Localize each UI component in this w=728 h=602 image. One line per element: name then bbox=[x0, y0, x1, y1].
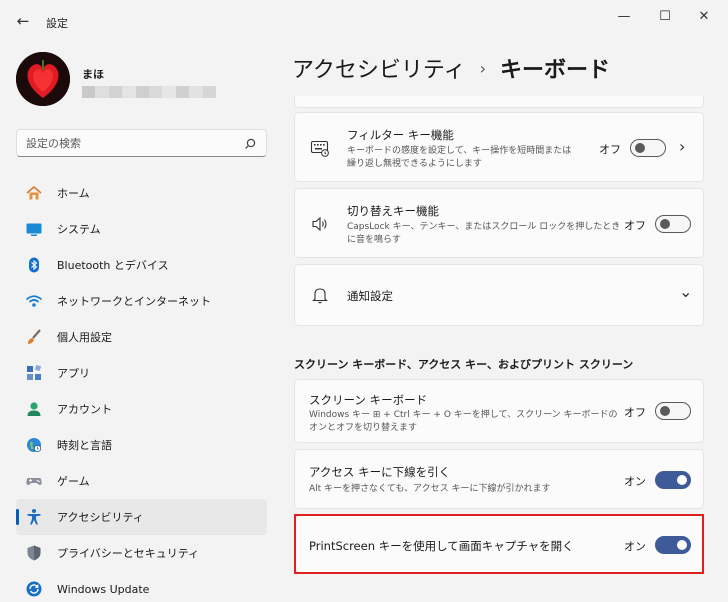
filter-keys-icon bbox=[309, 137, 331, 159]
user-name: まほ bbox=[82, 68, 104, 81]
access-keys-desc: Alt キーを押さなくても、アクセス キーに下線が引かれます bbox=[309, 484, 551, 494]
bluetooth-icon bbox=[25, 256, 43, 274]
print-screen-toggle[interactable] bbox=[655, 536, 691, 554]
apps-icon bbox=[25, 364, 43, 382]
print-screen-card[interactable]: PrintScreen キーを使用して画面キャプチャを開く オン bbox=[294, 515, 704, 573]
bell-icon bbox=[309, 284, 331, 306]
sidebar-item-label: Bluetooth とデバイス bbox=[57, 259, 169, 272]
sidebar-item-label: アプリ bbox=[57, 367, 90, 380]
onscreen-keyboard-desc-line2: オンとオフを切り替えます bbox=[309, 423, 418, 433]
windows-update-icon bbox=[25, 580, 43, 598]
filter-keys-card[interactable]: フィルター キー機能 キーボードの感度を設定して、キー操作を短時間または 繰り返… bbox=[294, 112, 704, 182]
account-icon bbox=[25, 400, 43, 418]
access-keys-state: オン bbox=[624, 475, 646, 488]
search-box[interactable] bbox=[16, 129, 267, 157]
section-header: スクリーン キーボード、アクセス キー、およびプリント スクリーン bbox=[294, 358, 634, 371]
onscreen-keyboard-title: スクリーン キーボード bbox=[309, 393, 428, 407]
filter-keys-desc-line1: キーボードの感度を設定して、キー操作を短時間または bbox=[347, 146, 572, 156]
sidebar-item-home[interactable]: ホーム bbox=[16, 175, 267, 211]
home-icon bbox=[25, 184, 43, 202]
print-screen-state: オン bbox=[624, 540, 646, 553]
chevron-down-icon[interactable]: ⌄ bbox=[679, 282, 692, 301]
breadcrumb-separator: › bbox=[479, 58, 486, 78]
sidebar-item-personalization[interactable]: 個人用設定 bbox=[16, 319, 267, 355]
onscreen-keyboard-card[interactable]: スクリーン キーボード Windows キー ⊞ + Ctrl キー + O キ… bbox=[294, 379, 704, 443]
sidebar-item-apps[interactable]: アプリ bbox=[16, 355, 267, 391]
toggle-keys-desc-line1: CapsLock キー、テンキー、またはスクロール ロックを押したとき bbox=[347, 222, 621, 232]
sidebar-item-time-language[interactable]: 時刻と言語 bbox=[16, 427, 267, 463]
sidebar-item-label: アカウント bbox=[57, 403, 112, 416]
sidebar-item-label: ネットワークとインターネット bbox=[57, 295, 211, 308]
sidebar-item-privacy[interactable]: プライバシーとセキュリティ bbox=[16, 535, 267, 571]
sidebar-item-label: ゲーム bbox=[57, 475, 90, 488]
access-keys-card[interactable]: アクセス キーに下線を引く Alt キーを押さなくても、アクセス キーに下線が引… bbox=[294, 449, 704, 509]
access-keys-toggle[interactable] bbox=[655, 471, 691, 489]
gaming-icon bbox=[25, 472, 43, 490]
toggle-keys-toggle[interactable] bbox=[655, 215, 691, 233]
sidebar-item-label: プライバシーとセキュリティ bbox=[57, 547, 200, 560]
chevron-right-icon[interactable]: › bbox=[679, 137, 685, 156]
personalization-icon bbox=[25, 328, 43, 346]
print-screen-title: PrintScreen キーを使用して画面キャプチャを開く bbox=[309, 539, 574, 553]
user-email-redacted bbox=[82, 86, 217, 98]
sidebar-item-windows-update[interactable]: Windows Update bbox=[16, 571, 267, 602]
sidebar-item-label: システム bbox=[57, 223, 101, 236]
onscreen-keyboard-state: オフ bbox=[624, 406, 646, 419]
sidebar-nav: ホーム システム Bluetooth とデバイス ネットワークとインターネット … bbox=[16, 175, 267, 602]
onscreen-keyboard-desc-line1: Windows キー ⊞ + Ctrl キー + O キーを押して、スクリーン … bbox=[309, 410, 618, 420]
onscreen-keyboard-toggle[interactable] bbox=[655, 402, 691, 420]
notifications-card[interactable]: 通知設定 ⌄ bbox=[294, 264, 704, 326]
access-keys-title: アクセス キーに下線を引く bbox=[309, 465, 451, 479]
filter-keys-title: フィルター キー機能 bbox=[347, 128, 454, 142]
sidebar-item-label: Windows Update bbox=[57, 582, 150, 596]
filter-keys-toggle[interactable] bbox=[630, 139, 666, 157]
privacy-icon bbox=[25, 544, 43, 562]
sidebar-item-network[interactable]: ネットワークとインターネット bbox=[16, 283, 267, 319]
search-icon[interactable] bbox=[243, 136, 257, 150]
sidebar-item-label: ホーム bbox=[57, 187, 90, 200]
selection-indicator bbox=[16, 509, 19, 525]
sidebar-item-system[interactable]: システム bbox=[16, 211, 267, 247]
previous-card bbox=[294, 96, 704, 108]
accessibility-icon bbox=[25, 508, 43, 526]
sidebar-item-accounts[interactable]: アカウント bbox=[16, 391, 267, 427]
sidebar-item-label: アクセシビリティ bbox=[57, 511, 144, 524]
minimize-button[interactable]: — bbox=[612, 8, 636, 26]
filter-keys-desc-line2: 繰り返し無視できるようにします bbox=[347, 159, 482, 169]
toggle-keys-state: オフ bbox=[624, 219, 646, 232]
toggle-keys-desc-line2: に音を鳴らす bbox=[347, 235, 401, 245]
maximize-button[interactable]: ☐ bbox=[653, 8, 677, 26]
search-input[interactable] bbox=[26, 130, 236, 156]
settings-content: フィルター キー機能 キーボードの感度を設定して、キー操作を短時間または 繰り返… bbox=[294, 96, 704, 602]
sidebar-item-label: 時刻と言語 bbox=[57, 439, 112, 452]
system-icon bbox=[25, 220, 43, 238]
sidebar-item-bluetooth[interactable]: Bluetooth とデバイス bbox=[16, 247, 267, 283]
speaker-icon bbox=[309, 213, 331, 235]
page-title: キーボード bbox=[500, 58, 611, 83]
breadcrumb: アクセシビリティ › キーボード bbox=[292, 52, 610, 84]
network-icon bbox=[25, 292, 43, 310]
notifications-title: 通知設定 bbox=[347, 289, 393, 303]
breadcrumb-parent[interactable]: アクセシビリティ bbox=[292, 52, 466, 84]
avatar[interactable] bbox=[16, 52, 70, 106]
filter-keys-state: オフ bbox=[599, 143, 621, 156]
sidebar-item-accessibility[interactable]: アクセシビリティ bbox=[16, 499, 267, 535]
close-button[interactable]: ✕ bbox=[692, 8, 716, 26]
window-title: 設定 bbox=[46, 17, 68, 30]
title-bar: ← 設定 — ☐ ✕ bbox=[0, 0, 728, 44]
back-button[interactable]: ← bbox=[12, 10, 34, 32]
sidebar-item-gaming[interactable]: ゲーム bbox=[16, 463, 267, 499]
toggle-keys-title: 切り替えキー機能 bbox=[347, 204, 439, 218]
toggle-keys-card[interactable]: 切り替えキー機能 CapsLock キー、テンキー、またはスクロール ロックを押… bbox=[294, 188, 704, 258]
time-language-icon bbox=[25, 436, 43, 454]
sidebar-item-label: 個人用設定 bbox=[57, 331, 112, 344]
